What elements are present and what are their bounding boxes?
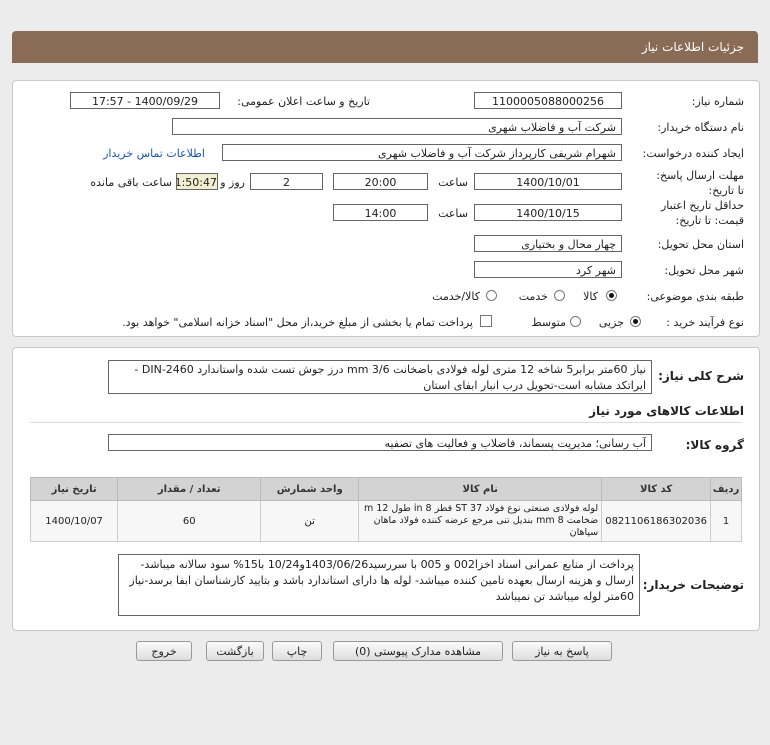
exit-button[interactable]: خروج xyxy=(136,641,192,661)
remaining-time-field: 01:50:47 xyxy=(176,173,218,190)
description-field: نیاز 60متر برابر5 شاخه 12 متری لوله فولا… xyxy=(108,360,652,394)
province-label: استان محل تحویل: xyxy=(657,238,744,251)
price-validity-label-text: حداقل تاریخ اعتبار قیمت: تا تاریخ: xyxy=(660,199,744,227)
attachments-button[interactable]: مشاهده مدارک پیوستی (0) xyxy=(333,641,503,661)
col-code: کد کالا xyxy=(601,477,711,501)
col-row: ردیف xyxy=(710,477,742,501)
validity-date-field: 1400/10/15 xyxy=(474,204,622,221)
process-radio-partial[interactable] xyxy=(630,316,641,327)
reply-deadline-label-text: مهلت ارسال پاسخ: تا تاریخ: xyxy=(656,169,744,197)
city-label: شهر محل تحویل: xyxy=(664,264,744,277)
cell-qty: 60 xyxy=(117,500,262,542)
reply-days-field: 2 xyxy=(250,173,323,190)
category-goods-service-label: کالا/خدمت xyxy=(432,290,480,303)
description-label: شرح کلی نیاز: xyxy=(658,369,744,383)
process-type-label: نوع فرآیند خرید : xyxy=(666,316,744,329)
process-radio-medium[interactable] xyxy=(570,316,581,327)
page-header: جزئیات اطلاعات نیاز xyxy=(12,31,758,63)
need-number-label: شماره نیاز: xyxy=(691,95,744,108)
requester-field: شهرام شریفی کارپرداز شرکت آب و فاضلاب شه… xyxy=(222,144,622,161)
validity-time-field: 14:00 xyxy=(333,204,428,221)
category-goods-label: کالا xyxy=(583,290,598,303)
process-partial-label: جزیی xyxy=(598,316,624,329)
treasury-note: پرداخت تمام یا بخشی از مبلغ خرید،از محل … xyxy=(122,316,473,329)
requester-label: ایجاد کننده درخواست: xyxy=(642,147,744,160)
col-name: نام کالا xyxy=(358,477,603,501)
items-table-header: ردیف کد کالا نام کالا واحد شمارش تعداد /… xyxy=(29,477,742,501)
items-table: ردیف کد کالا نام کالا واحد شمارش تعداد /… xyxy=(29,477,742,542)
table-row: 1 0821106186302036 لوله فولادی صنعتی نوع… xyxy=(29,500,742,542)
buyer-name-label: نام دستگاه خریدار: xyxy=(657,121,744,134)
category-radio-service[interactable] xyxy=(554,290,565,301)
remaining-label: ساعت باقی مانده xyxy=(90,176,172,189)
page-title: جزئیات اطلاعات نیاز xyxy=(641,40,744,54)
buyer-notes-field: پرداخت از منابع عمرانی اسناد اخزا002 و 0… xyxy=(118,554,640,616)
category-radio-goods[interactable] xyxy=(606,290,617,301)
announce-datetime-field: 1400/09/29 - 17:57 xyxy=(70,92,220,109)
buyer-name-field: شرکت آب و فاضلاب شهری xyxy=(172,118,622,135)
reply-date-field: 1400/10/01 xyxy=(474,173,622,190)
days-and-label: روز و xyxy=(220,176,245,189)
cell-row: 1 xyxy=(710,500,742,542)
goods-group-field: آب رسانی؛ مدیریت پسماند، فاضلاب و فعالیت… xyxy=(108,434,652,451)
cell-code: 0821106186302036 xyxy=(601,500,711,542)
validity-time-label: ساعت xyxy=(438,207,468,220)
goods-group-label: گروه کالا: xyxy=(685,438,744,452)
treasury-checkbox[interactable] xyxy=(480,315,492,327)
reply-button[interactable]: پاسخ به نیاز xyxy=(512,641,612,661)
col-unit: واحد شمارش xyxy=(260,477,360,501)
back-button[interactable]: بازگشت xyxy=(206,641,264,661)
cell-unit: تن xyxy=(260,500,360,542)
reply-time-label: ساعت xyxy=(438,176,468,189)
buyer-contact-link[interactable]: اطلاعات تماس خریدار xyxy=(103,147,205,160)
cell-date: 1400/10/07 xyxy=(29,500,119,542)
category-radio-goods-service[interactable] xyxy=(486,290,497,301)
buyer-notes-label: توضیحات خریدار: xyxy=(642,578,744,592)
col-qty: تعداد / مقدار xyxy=(117,477,262,501)
category-label: طبقه بندی موضوعی: xyxy=(646,290,744,303)
announce-datetime-label: تاریخ و ساعت اعلان عمومی: xyxy=(237,95,370,108)
col-date: تاریخ نیاز xyxy=(29,477,119,501)
process-medium-label: متوسط xyxy=(531,316,566,329)
goods-info-heading: اطلاعات کالاهای مورد نیاز xyxy=(589,404,744,418)
divider xyxy=(30,422,742,423)
reply-deadline-label: مهلت ارسال پاسخ: تا تاریخ: xyxy=(649,168,744,198)
province-field: چهار محال و بختیاری xyxy=(474,235,622,252)
reply-time-field: 20:00 xyxy=(333,173,428,190)
city-field: شهر کرد xyxy=(474,261,622,278)
print-button[interactable]: چاپ xyxy=(272,641,322,661)
need-number-field: 1100005088000256 xyxy=(474,92,622,109)
price-validity-label: حداقل تاریخ اعتبار قیمت: تا تاریخ: xyxy=(649,198,744,228)
category-service-label: خدمت xyxy=(518,290,548,303)
cell-name: لوله فولادی صنعتی نوع فولاد ST 37 قطر 8 … xyxy=(358,500,603,542)
